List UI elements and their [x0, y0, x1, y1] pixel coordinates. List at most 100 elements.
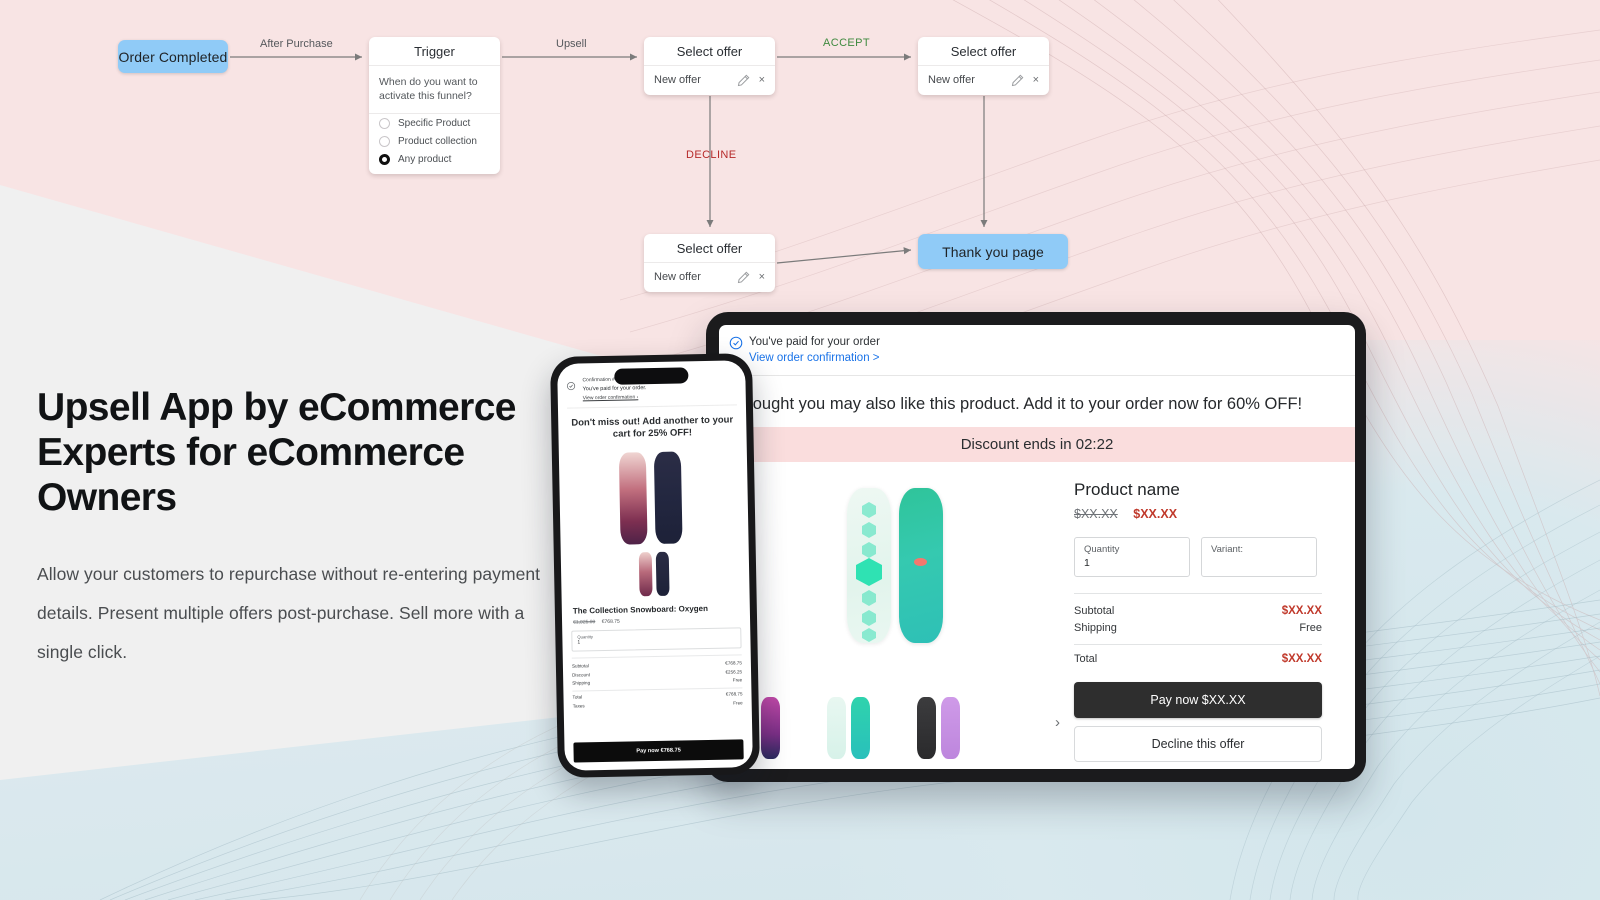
select-offer-2-title: Select offer — [918, 37, 1049, 66]
radio-product-collection-label: Product collection — [398, 135, 477, 147]
pay-now-button[interactable]: Pay now $XX.XX — [1074, 681, 1322, 718]
close-icon[interactable]: × — [759, 74, 765, 86]
offer-row-3[interactable]: New offer × — [644, 263, 775, 291]
trigger-title: Trigger — [369, 37, 500, 66]
page-title: Upsell App by eCommerce Experts for eCom… — [37, 386, 517, 520]
select-offer-3-title: Select offer — [644, 234, 775, 263]
quantity-label: Quantity — [1084, 543, 1120, 555]
summary-divider — [1074, 643, 1322, 645]
node-order-completed[interactable]: Order Completed — [118, 40, 228, 73]
pencil-icon[interactable] — [1011, 74, 1024, 87]
phone-screen: Confirmation # You've paid for your orde… — [557, 360, 753, 771]
offer-row-3-label: New offer — [654, 271, 701, 283]
phone-device-mockup: Confirmation # You've paid for your orde… — [549, 353, 761, 778]
tablet-view-order-confirmation-link[interactable]: View order confirmation > — [749, 350, 1343, 367]
phone-notch — [614, 367, 689, 385]
summary-subtotal-label: Subtotal — [1074, 605, 1115, 618]
phone-offer-headline: Don't miss out! Add another to your cart… — [571, 414, 734, 441]
phone-subtotal-value: €768.75 — [725, 660, 742, 667]
radio-icon-selected — [379, 153, 390, 165]
node-thank-you-label: Thank you page — [942, 243, 1044, 260]
snowboard-front-image — [618, 452, 648, 545]
summary-row-shipping: Shipping Free — [1074, 620, 1322, 637]
phone-order-summary: Subtotal €768.75 Discount €256.25 Shippi… — [571, 654, 743, 710]
thumbnail-2[interactable] — [807, 697, 885, 759]
trigger-question: When do you want to activate this funnel… — [369, 66, 500, 115]
phone-shipping-value: Free — [732, 677, 743, 683]
phone-discount-label: Discount — [572, 671, 590, 678]
variant-field[interactable]: Variant: — [1201, 536, 1317, 577]
tablet-screen: You've paid for your order View order co… — [719, 325, 1355, 769]
card-select-offer-2[interactable]: Select offer New offer × — [918, 37, 1049, 95]
summary-row-total: Total $XX.XX — [1074, 651, 1322, 668]
select-offer-1-title: Select offer — [644, 37, 775, 66]
offer-row-2-label: New offer — [928, 74, 975, 86]
summary-row-subtotal: Subtotal $XX.XX — [1074, 603, 1322, 620]
close-icon[interactable]: × — [759, 271, 765, 283]
edge-label-decline: DECLINE — [686, 149, 737, 161]
phone-product-name: The Collection Snowboard: Oxygen — [572, 604, 709, 616]
product-option-fields: Quantity 1 Variant: — [1074, 536, 1322, 577]
phone-product-thumbnail[interactable] — [636, 551, 675, 597]
tablet-product-details: Product name $XX.XX $XX.XX Quantity 1 Va… — [1074, 476, 1344, 769]
offer-row-1[interactable]: New offer × — [644, 66, 775, 94]
phone-discount-value: €256.25 — [725, 668, 743, 675]
variant-label: Variant: — [1211, 543, 1244, 555]
chevron-right-icon[interactable]: › — [1055, 714, 1060, 731]
product-name: Product name — [1074, 479, 1180, 499]
summary-total-value: $XX.XX — [1281, 653, 1322, 666]
tablet-order-confirmation: You've paid for your order View order co… — [719, 325, 1355, 376]
pencil-icon[interactable] — [737, 271, 750, 284]
tablet-paid-text: You've paid for your order — [749, 336, 880, 348]
marketing-copy: Upsell App by eCommerce Experts for eCom… — [37, 385, 557, 672]
edge-label-upsell: Upsell — [556, 38, 587, 50]
phone-total-label: Total — [572, 694, 583, 701]
offer-row-1-label: New offer — [654, 74, 701, 86]
card-trigger[interactable]: Trigger When do you want to activate thi… — [369, 37, 500, 174]
quantity-value: 1 — [1084, 557, 1090, 570]
edge-label-accept: ACCEPT — [823, 37, 871, 49]
card-select-offer-1[interactable]: Select offer New offer × — [644, 37, 775, 95]
radio-product-collection[interactable]: Product collection — [369, 132, 500, 150]
phone-pay-now-button[interactable]: Pay now €768.75 — [573, 739, 744, 763]
radio-any-product-label: Any product — [398, 153, 452, 165]
radio-specific-product[interactable]: Specific Product — [369, 114, 500, 132]
phone-shipping-label: Shipping — [572, 679, 591, 686]
tablet-product-gallery: › — [719, 476, 1074, 769]
radio-icon — [379, 135, 390, 147]
page-description: Allow your customers to repurchase witho… — [37, 563, 541, 662]
thumb-board-a — [917, 697, 936, 759]
node-order-completed-label: Order Completed — [118, 48, 228, 65]
product-hero-image — [837, 487, 957, 643]
card-select-offer-3[interactable]: Select offer New offer × — [644, 234, 775, 292]
thumbnail-3[interactable] — [885, 697, 963, 759]
edge-label-after-purchase: After Purchase — [260, 38, 333, 50]
check-circle-icon — [566, 377, 576, 391]
phone-product-hero-image — [614, 451, 694, 545]
tablet-discount-timer: Discount ends in 02:22 — [719, 426, 1355, 462]
tablet-offer-headline: thought you may also like this product. … — [739, 394, 1303, 413]
phone-old-price: €1,025.00 — [573, 619, 596, 626]
phone-taxes-value: Free — [733, 699, 743, 706]
thumb-board-b — [761, 697, 780, 759]
decline-offer-button[interactable]: Decline this offer — [1074, 725, 1322, 762]
thumb-board-a — [638, 552, 653, 597]
product-old-price: $XX.XX — [1074, 506, 1118, 521]
radio-any-product[interactable]: Any product — [369, 150, 500, 168]
snowboard-back-image — [653, 451, 683, 545]
phone-quantity-field[interactable]: Quantity 1 — [571, 627, 742, 652]
pencil-icon[interactable] — [737, 74, 750, 87]
node-thank-you-page[interactable]: Thank you page — [918, 234, 1068, 269]
product-thumbnail-strip: › — [719, 697, 1074, 759]
snowboard-logo-dot — [913, 557, 927, 566]
offer-row-2[interactable]: New offer × — [918, 66, 1049, 94]
snowboard-back-image — [898, 487, 943, 643]
quantity-field[interactable]: Quantity 1 — [1074, 536, 1190, 577]
close-icon[interactable]: × — [1033, 74, 1039, 86]
thumb-board-a — [827, 697, 846, 759]
thumb-board-b — [655, 551, 670, 597]
product-price-row: $XX.XX $XX.XX — [1074, 507, 1322, 521]
funnel-flowchart: Order Completed Thank you page Trigger W… — [0, 0, 1120, 310]
radio-icon — [379, 117, 390, 129]
tablet-device-mockup: You've paid for your order View order co… — [706, 312, 1366, 782]
